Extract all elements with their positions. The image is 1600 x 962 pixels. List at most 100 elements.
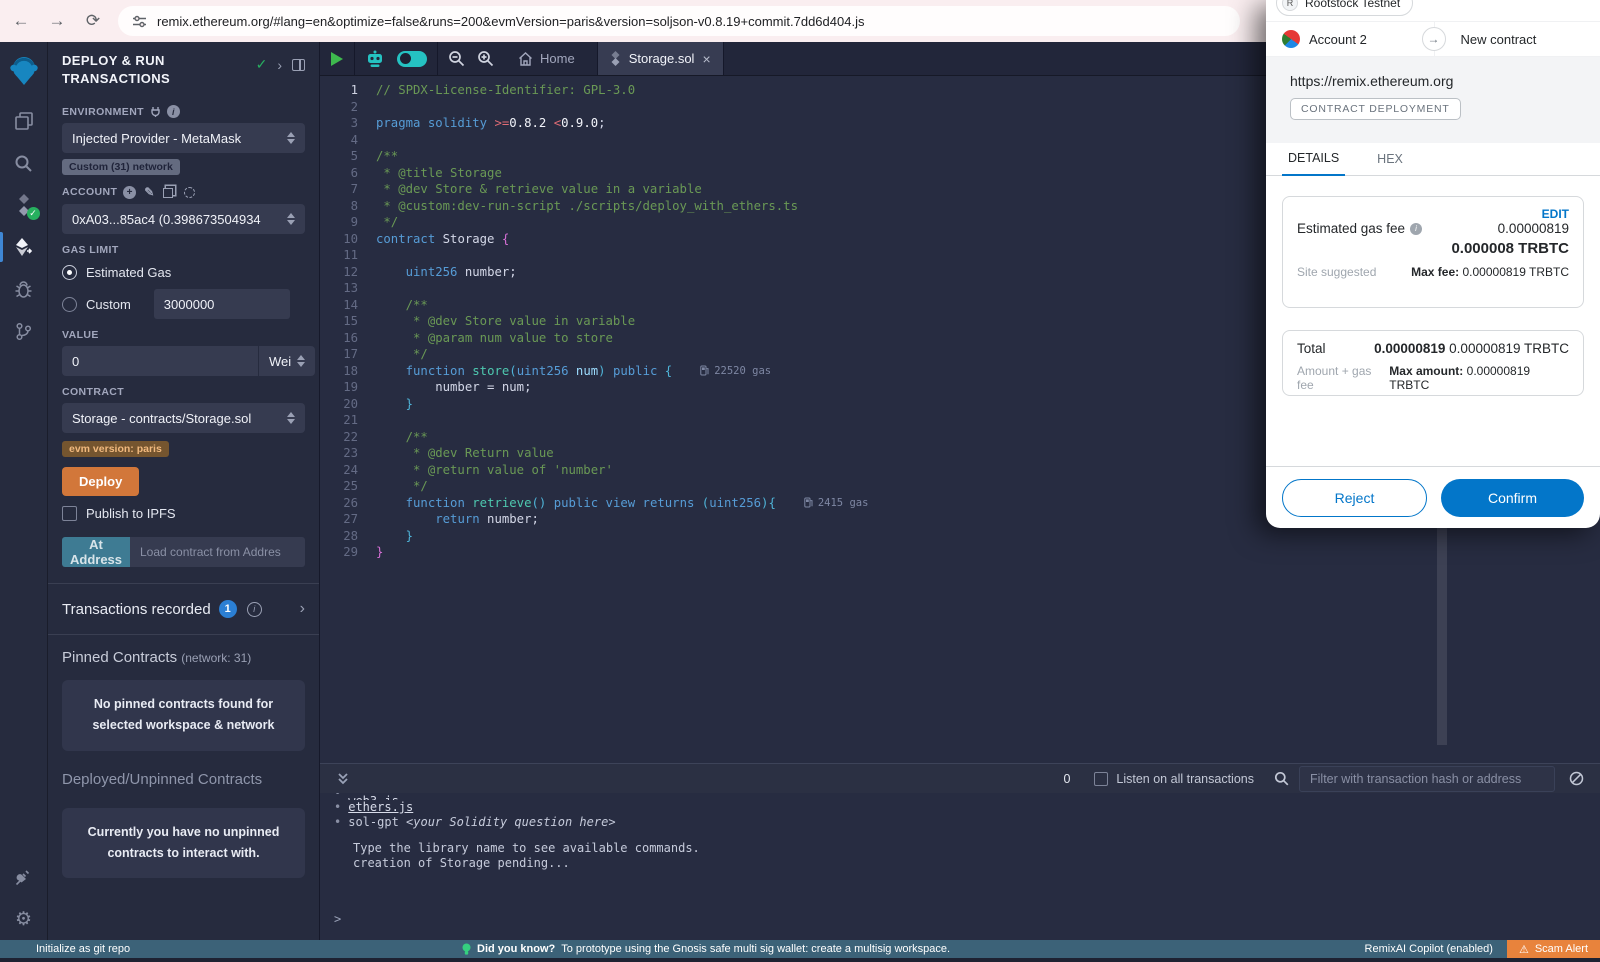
- tab-hex[interactable]: HEX: [1371, 152, 1409, 175]
- reload-icon[interactable]: ⟳: [78, 6, 108, 36]
- icon-rail: ✓ ⚙: [0, 42, 48, 940]
- address-bar[interactable]: remix.ethereum.org/#lang=en&optimize=fal…: [118, 6, 1240, 36]
- pin-panel-icon[interactable]: [292, 59, 305, 71]
- solidity-compiler-icon[interactable]: ✓: [0, 184, 48, 226]
- creation-pending-message: creation of Storage pending...: [353, 856, 1600, 871]
- site-info-icon[interactable]: [132, 14, 147, 29]
- gas-info-icon[interactable]: i: [1410, 223, 1422, 235]
- tab-storage-sol[interactable]: Storage.sol ×: [598, 42, 724, 75]
- custom-gas-label: Custom: [86, 297, 131, 312]
- remixai-robot-icon[interactable]: [365, 50, 385, 68]
- forward-icon[interactable]: →: [42, 6, 72, 36]
- pinned-contracts-heading: Pinned Contracts (network: 31): [48, 635, 319, 666]
- transaction-filter-input[interactable]: [1299, 766, 1555, 792]
- estimated-gas-radio[interactable]: [62, 265, 77, 280]
- terminal-prompt[interactable]: >: [334, 912, 1600, 926]
- copy-account-icon[interactable]: [163, 188, 173, 198]
- code-line: 28 }: [320, 528, 1600, 545]
- account-select[interactable]: 0xA03...85ac4 (0.398673504934: [62, 204, 305, 234]
- chevron-updown-icon: [287, 412, 295, 424]
- account-avatar: [1282, 30, 1300, 48]
- back-icon[interactable]: ←: [6, 6, 36, 36]
- url-text: remix.ethereum.org/#lang=en&optimize=fal…: [157, 14, 864, 29]
- compile-success-badge: ✓: [27, 207, 40, 220]
- at-address-input[interactable]: [130, 537, 305, 567]
- solidity-file-icon: [610, 51, 621, 66]
- tab-home[interactable]: Home: [506, 51, 587, 66]
- listen-all-label: Listen on all transactions: [1116, 772, 1254, 786]
- debugger-icon[interactable]: [0, 268, 48, 310]
- gas-fee-trbtc: 0.000008 TRBTC: [1297, 240, 1569, 257]
- file-explorer-icon[interactable]: [0, 100, 48, 142]
- transactions-count-badge: 1: [219, 600, 237, 618]
- pinned-network-suffix: (network: 31): [181, 651, 251, 665]
- deployed-contracts-heading: Deployed/Unpinned Contracts: [48, 757, 319, 788]
- arrow-right-icon: →: [1422, 27, 1446, 51]
- environment-label: ENVIRONMENT i: [62, 105, 305, 118]
- chevron-updown-icon: [287, 132, 295, 144]
- terminal-message: Type the library name to see available c…: [353, 841, 1600, 856]
- chevron-right-icon[interactable]: ›: [300, 600, 305, 618]
- reject-button[interactable]: Reject: [1282, 479, 1427, 517]
- value-unit-select[interactable]: Wei: [258, 346, 315, 376]
- home-icon: [518, 52, 533, 66]
- terminal-search-icon[interactable]: [1274, 771, 1289, 786]
- deploy-and-run-icon[interactable]: [0, 226, 48, 268]
- edit-gas-link[interactable]: EDIT: [1297, 207, 1569, 221]
- copilot-status[interactable]: RemixAI Copilot (enabled): [1365, 943, 1493, 955]
- transactions-info-icon[interactable]: i: [247, 602, 262, 617]
- from-account: Account 2: [1309, 32, 1367, 47]
- custom-gas-radio[interactable]: [62, 297, 77, 312]
- at-address-button[interactable]: At Address: [62, 537, 130, 567]
- zoom-out-icon[interactable]: [448, 50, 465, 67]
- search-icon[interactable]: [0, 142, 48, 184]
- confirm-button[interactable]: Confirm: [1441, 479, 1584, 517]
- value-input[interactable]: [62, 346, 258, 376]
- status-bar: Initialize as git repo Did you know? To …: [0, 940, 1600, 958]
- close-tab-icon[interactable]: ×: [702, 51, 710, 67]
- sign-message-icon[interactable]: ✎: [144, 185, 154, 199]
- collapse-terminal-icon[interactable]: [336, 772, 350, 786]
- popup-footer: Reject Confirm: [1266, 466, 1600, 528]
- code-line: 29}: [320, 544, 1600, 561]
- source-control-icon[interactable]: [0, 310, 48, 352]
- terminal-drag-handle[interactable]: [320, 745, 1600, 763]
- lightbulb-icon: [462, 943, 471, 956]
- gas-fee-card: EDIT Estimated gas fee i 0.00000819 0.00…: [1282, 196, 1584, 308]
- tab-details[interactable]: DETAILS: [1282, 151, 1345, 176]
- publish-ipfs-label: Publish to IPFS: [86, 506, 176, 521]
- network-badge: Custom (31) network: [62, 159, 180, 175]
- chevron-updown-icon: [297, 355, 305, 367]
- environment-select[interactable]: Injected Provider - MetaMask: [62, 123, 305, 153]
- clear-filter-icon[interactable]: [1569, 771, 1584, 786]
- panel-forward-icon[interactable]: ›: [277, 57, 282, 73]
- settings-gear-icon[interactable]: ⚙: [0, 898, 48, 940]
- max-amount: Max amount: 0.00000819 TRBTC: [1389, 364, 1569, 392]
- init-git-repo-button[interactable]: Initialize as git repo: [36, 943, 130, 955]
- zoom-in-icon[interactable]: [477, 50, 494, 67]
- remix-logo-icon[interactable]: [0, 42, 48, 100]
- add-account-icon[interactable]: +: [123, 186, 136, 199]
- run-script-icon[interactable]: [330, 51, 344, 67]
- evm-version-badge: evm version: paris: [62, 441, 169, 457]
- listen-all-checkbox[interactable]: [1094, 772, 1108, 786]
- plugin-manager-icon[interactable]: [0, 856, 48, 898]
- custom-gas-input[interactable]: [154, 289, 290, 319]
- environment-info-icon[interactable]: i: [167, 105, 180, 118]
- refresh-accounts-icon[interactable]: [184, 187, 195, 198]
- account-label: ACCOUNT + ✎: [62, 185, 305, 199]
- deploy-button[interactable]: Deploy: [62, 467, 139, 496]
- terminal-header: 0 Listen on all transactions: [320, 763, 1600, 793]
- account-transfer-row: Account 2 → New contract: [1266, 21, 1600, 57]
- scam-alert-button[interactable]: ⚠ Scam Alert: [1507, 940, 1600, 958]
- gas-estimate-badge: 22520 gas: [700, 363, 771, 380]
- copilot-toggle[interactable]: [397, 51, 427, 67]
- transactions-recorded-row[interactable]: Transactions recorded 1 i ›: [48, 584, 319, 634]
- network-avatar: R: [1282, 0, 1298, 11]
- network-pill[interactable]: R Rootstock Testnet: [1276, 0, 1413, 16]
- ethers-link[interactable]: ethers.js: [348, 800, 413, 815]
- contract-deployment-tag: CONTRACT DEPLOYMENT: [1290, 98, 1461, 120]
- contract-select[interactable]: Storage - contracts/Storage.sol: [62, 403, 305, 433]
- publish-ipfs-checkbox[interactable]: [62, 506, 77, 521]
- panel-title: DEPLOY & RUN TRANSACTIONS: [62, 52, 222, 87]
